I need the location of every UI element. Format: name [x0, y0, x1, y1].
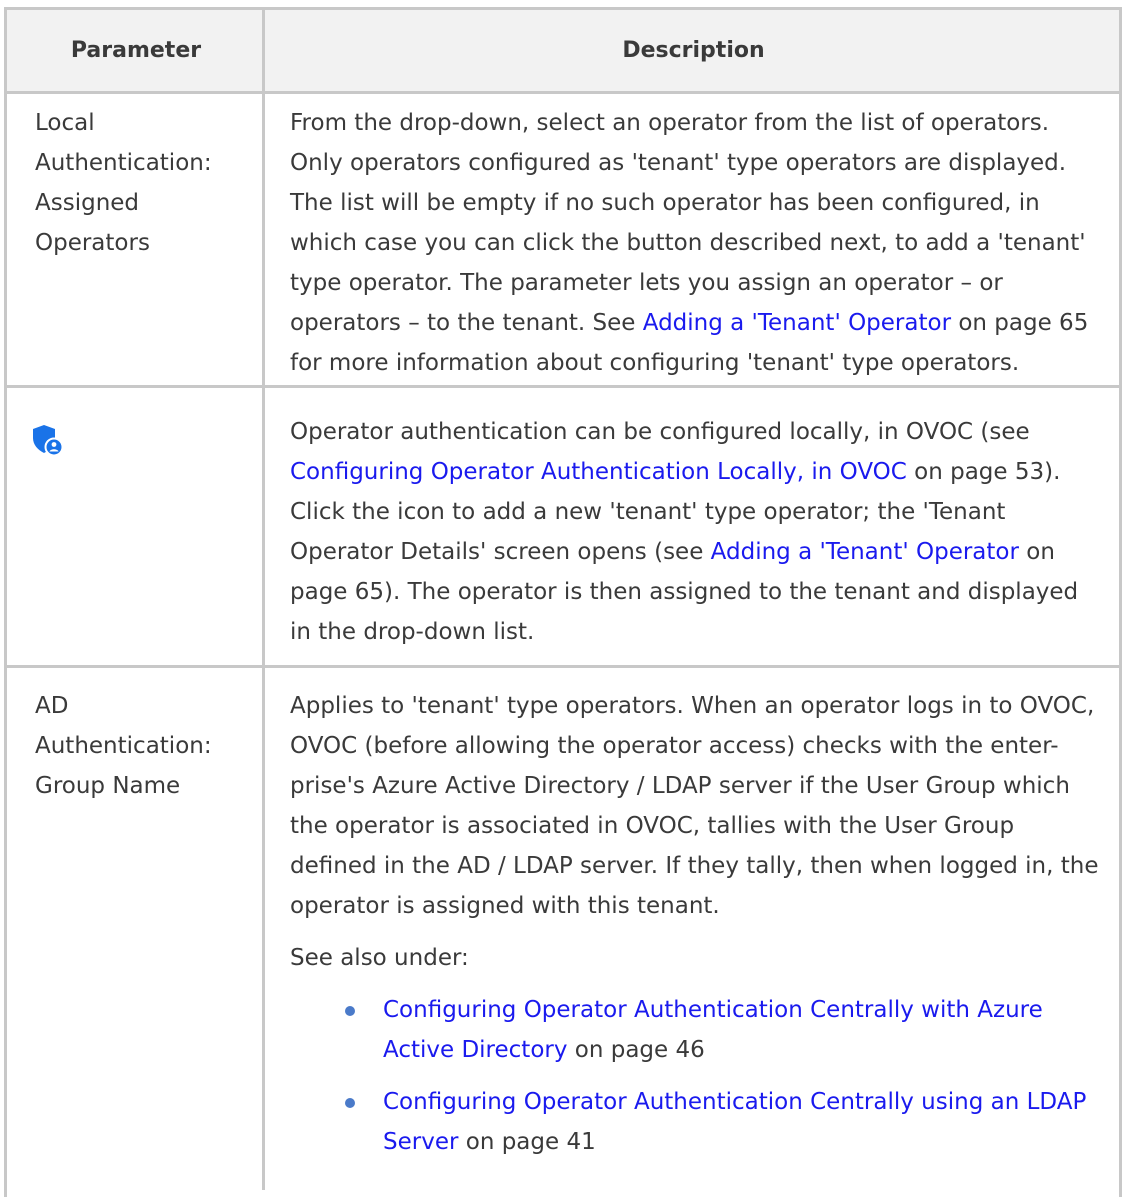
desc-local-auth: From the drop-down, select an operator f…	[290, 110, 1089, 376]
list-item: Configuring Operator Authentication Cent…	[290, 1082, 1105, 1162]
row-divider	[7, 665, 1119, 668]
column-divider	[262, 10, 265, 1190]
link-adding-tenant-operator-2[interactable]: Adding a 'Tenant' Operator	[711, 539, 1019, 565]
list-item: Configuring Operator Authentication Cent…	[290, 990, 1105, 1070]
row-divider	[7, 385, 1119, 388]
see-also-label: See also under:	[290, 945, 469, 971]
param-local-auth: Local Authentication: Assigned Operators	[35, 110, 212, 256]
bullet-icon	[345, 1098, 355, 1108]
link-adding-tenant-operator[interactable]: Adding a 'Tenant' Operator	[643, 310, 951, 336]
desc-ad-auth: Applies to 'tenant' type operators. When…	[290, 686, 1105, 1162]
header-description: Description	[622, 38, 765, 63]
bullet-icon	[345, 1006, 355, 1016]
link-azure-ad[interactable]: Configuring Operator Authentication Cent…	[383, 997, 1043, 1063]
shield-user-icon[interactable]	[30, 423, 64, 457]
param-ad-auth: AD Authentication: Group Name	[35, 693, 212, 799]
desc-add-operator: Operator authentication can be configure…	[290, 419, 1079, 645]
link-configuring-locally[interactable]: Configuring Operator Authentication Loca…	[290, 459, 907, 485]
header-parameter: Parameter	[70, 38, 202, 63]
table-header: Parameter Description	[7, 10, 1119, 94]
